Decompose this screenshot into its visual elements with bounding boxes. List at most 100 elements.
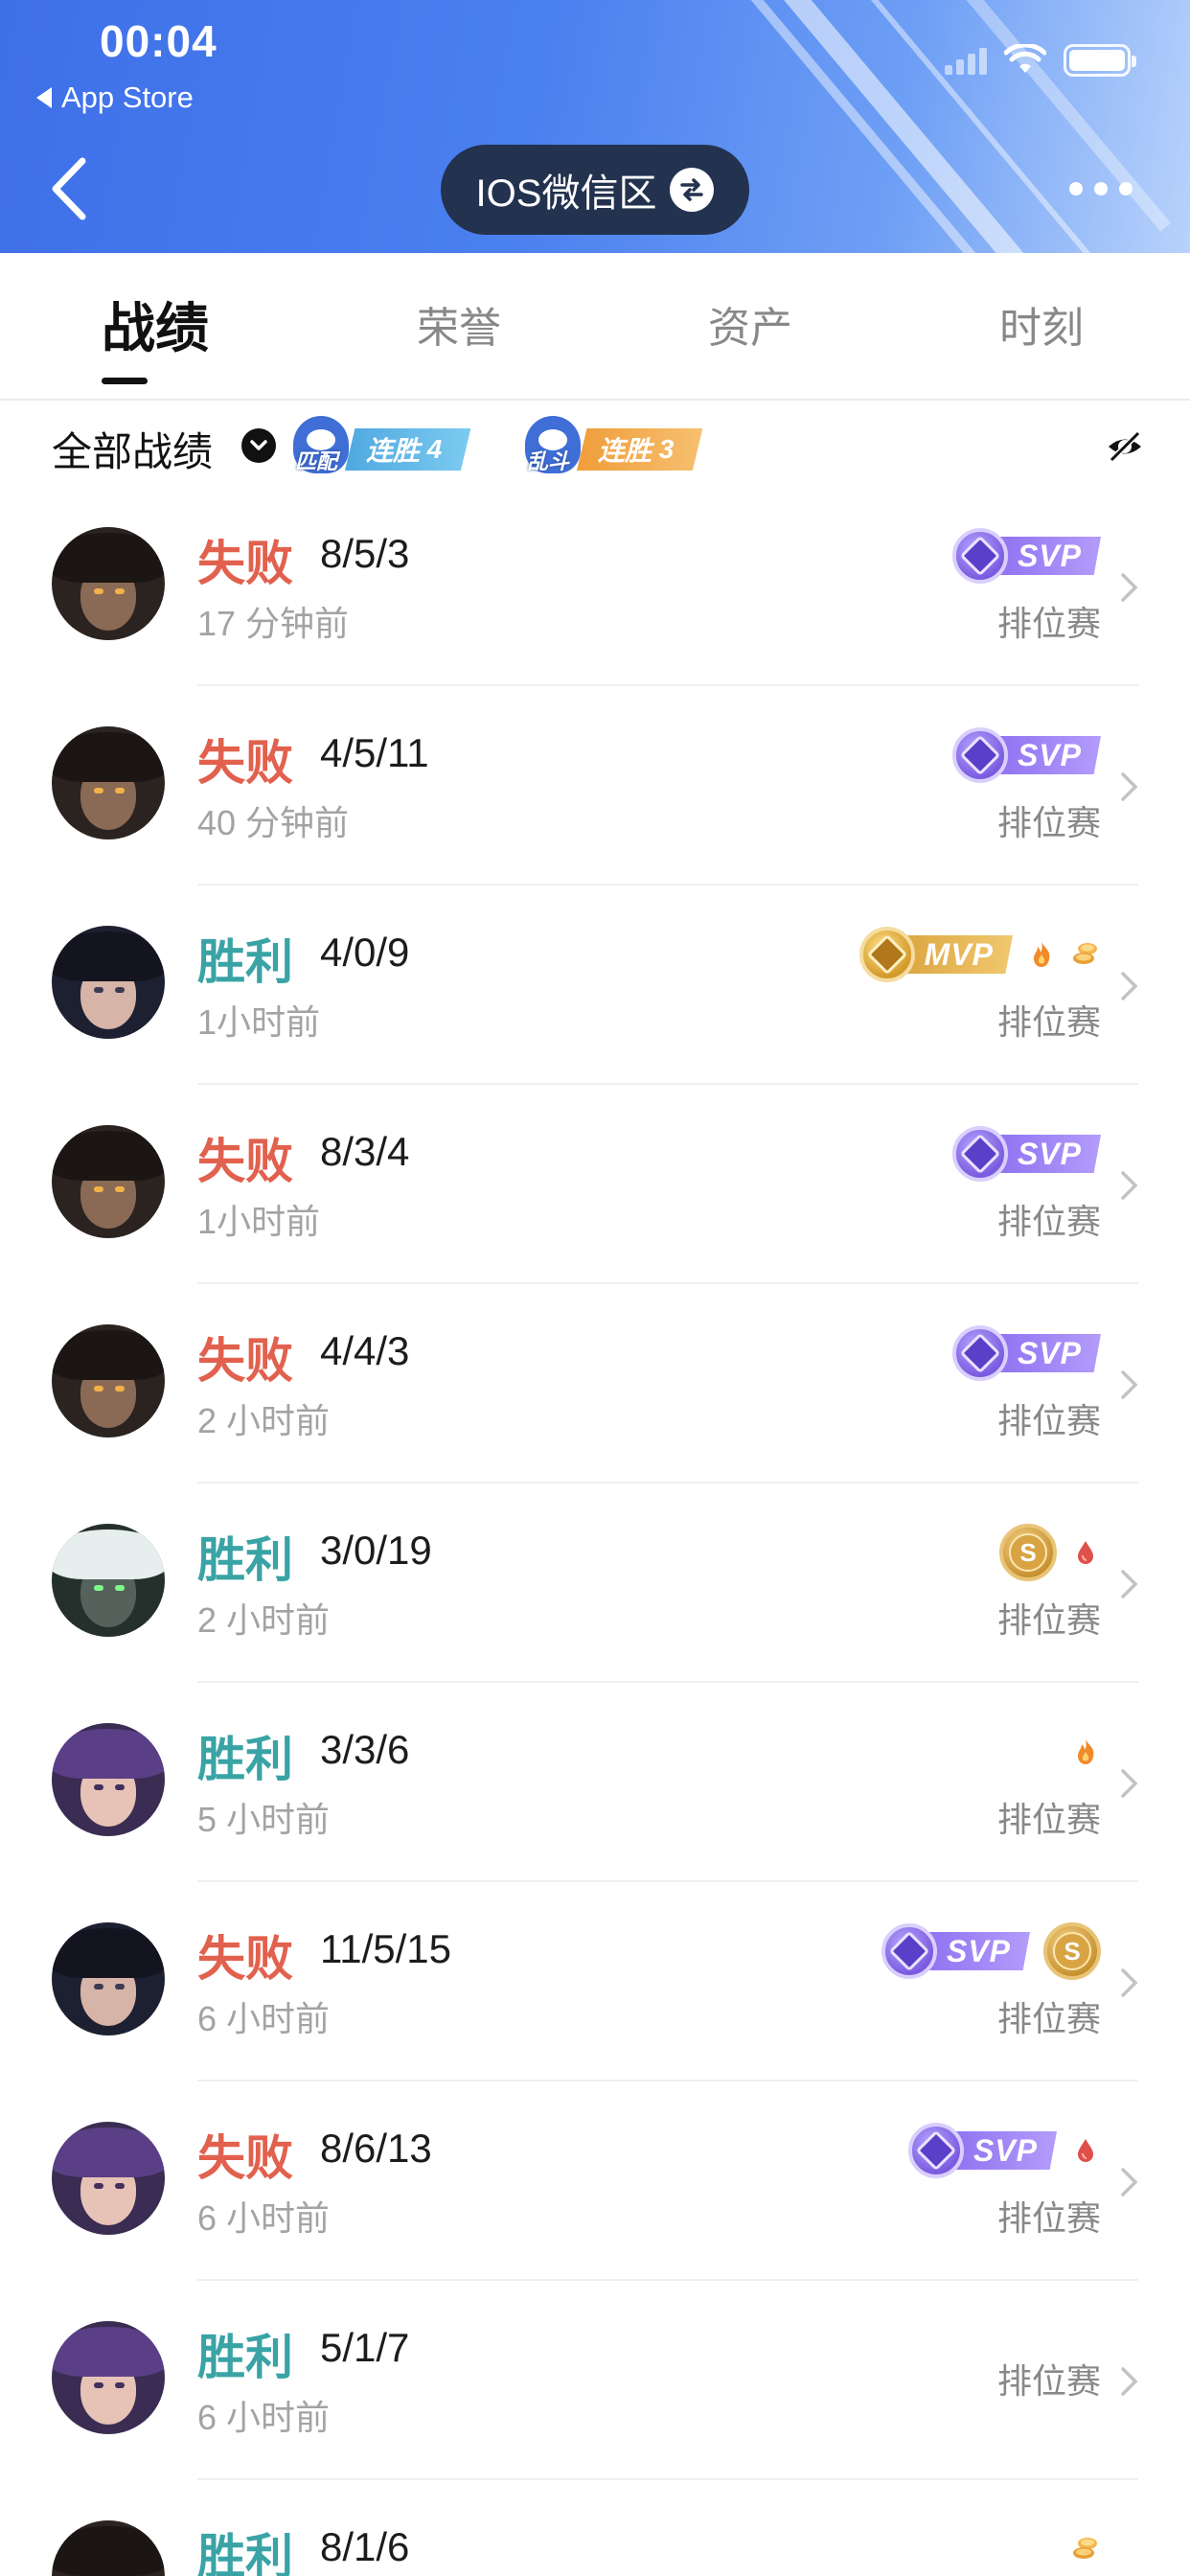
penguin-mascot-icon: 匹配 [293,416,349,473]
match-time-ago: 1小时前 [197,1202,321,1241]
match-result: 胜利 [197,2530,293,2576]
match-win-streak-badge[interactable]: 匹配 连胜 4 [293,416,471,473]
match-list: 失败 8/5/3 17 分钟前 SVP 排位赛 失败 4/5/11 40 分钟前… [0,487,1190,2576]
match-result: 失败 [197,2131,293,2185]
match-mode: 排位赛 [996,803,1101,842]
hero-avatar [52,726,165,840]
streak-count: 4 [426,434,443,464]
chevron-right-icon [1121,772,1138,801]
match-row[interactable]: 胜利 3/0/19 2 小时前 S 排位赛 [0,1484,1190,1683]
eye-off-icon[interactable] [1106,427,1144,466]
match-kda: 8/6/13 [320,2126,432,2171]
match-kda: 11/5/15 [320,1926,452,1971]
match-badges: SVP [951,1123,1101,1184]
svp-badge: SVP [907,2123,1057,2178]
back-app-label: App Store [61,80,194,114]
streak-mode-label: 乱斗 [527,449,570,473]
hero-avatar [52,1524,165,1637]
coin-s-badge-icon: S [999,1524,1057,1581]
match-row[interactable]: 失败 8/5/3 17 分钟前 SVP 排位赛 [0,487,1190,686]
match-result: 胜利 [197,935,293,989]
more-icon[interactable] [1069,182,1133,196]
svp-medal-icon [881,1923,937,1979]
chevron-down-icon[interactable] [241,428,276,463]
match-badges: SVP [951,525,1101,586]
svp-medal-icon [907,2123,964,2178]
match-mode: 排位赛 [996,1800,1101,1839]
back-to-app-store[interactable]: App Store [36,80,194,115]
match-row[interactable]: 失败 11/5/15 6 小时前 SVP S 排位赛 [0,1882,1190,2082]
svp-medal-icon [951,727,1008,783]
match-result: 胜利 [197,1733,293,1786]
match-mode: 排位赛 [996,1401,1101,1440]
fire-icon [1078,1739,1094,1764]
cellular-signal-icon [945,46,987,75]
tab-record[interactable]: 战绩 [102,286,209,363]
record-filter-dropdown[interactable]: 全部战绩 [52,420,213,478]
match-row[interactable]: 失败 4/5/11 40 分钟前 SVP 排位赛 [0,686,1190,886]
coins-icon [1073,943,1097,964]
tab-honor[interactable]: 荣誉 [417,293,501,355]
match-time-ago: 6 小时前 [197,2198,331,2238]
svp-medal-icon [951,1325,1008,1381]
back-chevron-icon[interactable] [46,155,92,222]
app-header: 00:04 App Store IOS微信区 [0,0,1190,253]
hero-avatar [52,926,165,1039]
match-mode: 排位赛 [996,2361,1101,2401]
streak-count: 3 [658,434,675,464]
active-tab-indicator [102,378,148,384]
server-switch-button[interactable]: IOS微信区 [441,145,749,235]
status-time: 00:04 [100,16,217,66]
match-kda: 8/3/4 [320,1129,410,1174]
tab-moments[interactable]: 时刻 [999,293,1084,355]
tab-bar: 战绩 荣誉 资产 时刻 [0,253,1190,401]
hero-avatar [52,1125,165,1238]
streak-text: 连胜 [598,436,652,466]
hero-avatar [52,1922,165,2036]
match-time-ago: 17 分钟前 [197,604,350,643]
match-row[interactable]: 失败 8/3/4 1小时前 SVP 排位赛 [0,1085,1190,1284]
match-mode: 排位赛 [996,1600,1101,1640]
brawl-win-streak-badge[interactable]: 乱斗 连胜 3 [525,416,703,473]
match-mode: 排位赛 [996,1999,1101,2038]
chevron-right-icon [1121,1570,1138,1598]
record-filter-row: 全部战绩 匹配 连胜 4 乱斗 连胜 3 [0,401,1190,487]
match-row[interactable]: 失败 4/4/3 2 小时前 SVP 排位赛 [0,1284,1190,1484]
battery-icon [1064,44,1136,77]
svp-badge: SVP [881,1923,1030,1979]
chevron-right-icon [1121,1370,1138,1399]
match-row[interactable]: 失败 8/6/13 6 小时前 SVP 排位赛 [0,2082,1190,2281]
svp-badge: SVP [951,528,1101,584]
match-kda: 3/3/6 [320,1727,410,1772]
chevron-right-icon [1121,1968,1138,1997]
match-time-ago: 5 小时前 [197,1800,331,1839]
match-row[interactable]: 胜利 4/0/9 1小时前 MVP 排位赛 [0,886,1190,1085]
blood-drop-icon [1078,1541,1093,1564]
status-icons [945,44,1136,77]
back-triangle-icon [36,87,52,108]
match-badges [1070,2518,1101,2576]
mvp-medal-icon [858,927,915,982]
svp-medal-icon [951,528,1008,584]
match-time-ago: 6 小时前 [197,2398,331,2437]
match-row[interactable]: 胜利 8/1/6 [0,2480,1190,2576]
match-badges: S [999,1522,1101,1583]
match-row[interactable]: 胜利 5/1/7 6 小时前 排位赛 [0,2281,1190,2480]
chevron-right-icon [1121,2168,1138,2196]
match-kda: 8/5/3 [320,531,410,576]
match-result: 失败 [197,537,293,590]
hero-avatar [52,527,165,640]
match-kda: 8/1/6 [320,2524,410,2569]
match-kda: 4/5/11 [320,730,429,775]
match-mode: 排位赛 [996,1002,1101,1042]
match-result: 失败 [197,1334,293,1388]
chevron-right-icon [1121,1171,1138,1200]
streak-text: 连胜 [366,436,421,466]
match-row[interactable]: 胜利 3/3/6 5 小时前 排位赛 [0,1683,1190,1882]
hero-avatar [52,2520,165,2576]
tab-assets[interactable]: 资产 [708,293,792,355]
match-kda: 3/0/19 [320,1528,432,1573]
svp-badge: SVP [951,1325,1101,1381]
header-decoration [779,0,1116,253]
coins-icon [1073,2538,1097,2559]
